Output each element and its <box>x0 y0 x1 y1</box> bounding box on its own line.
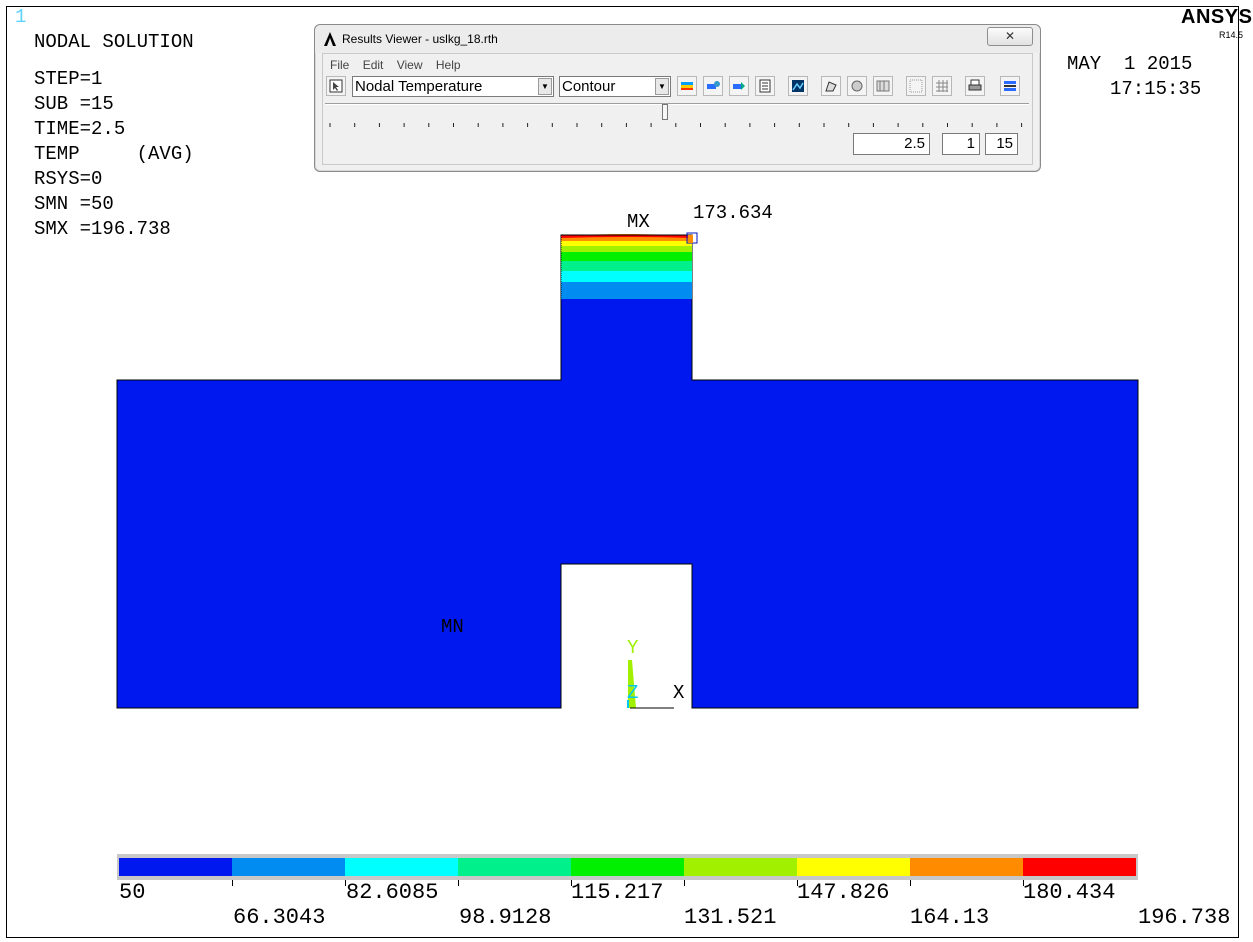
legend-value-bottom: 164.13 <box>910 905 990 930</box>
animate-button[interactable] <box>729 76 749 96</box>
display-type-select[interactable]: Contour ▼ <box>559 76 671 97</box>
print-button[interactable] <box>965 76 985 96</box>
legend-swatch <box>684 858 797 876</box>
legend-value-bottom: 98.9128 <box>459 905 552 930</box>
node-grid-button[interactable] <box>906 76 926 96</box>
time-slider-thumb[interactable] <box>662 104 668 120</box>
min-label: MN <box>441 616 464 638</box>
axis-y-label: Y <box>627 637 639 659</box>
query-button[interactable] <box>821 76 841 96</box>
display-type-value: Contour <box>562 78 616 95</box>
mesh-button[interactable] <box>932 76 952 96</box>
results-viewer-titlebar[interactable]: Results Viewer - uslkg_18.rth ✕ <box>315 25 1040 53</box>
contour-plot-icon <box>681 82 693 90</box>
max-label: MX <box>627 211 650 233</box>
pointer-button[interactable] <box>326 76 346 96</box>
legend-swatch <box>345 858 458 876</box>
chevron-down-icon: ▼ <box>538 78 552 95</box>
legend-value-top: 180.434 <box>1023 880 1116 905</box>
legend-swatch <box>571 858 684 876</box>
time-slider-ticks <box>329 123 1023 127</box>
results-viewer-title: Results Viewer - uslkg_18.rth <box>342 32 498 46</box>
legend-value-bottom: 196.738 <box>1138 905 1231 930</box>
legend-value-top: 115.217 <box>571 880 664 905</box>
close-button[interactable]: ✕ <box>987 27 1033 46</box>
substep-value-field[interactable]: 15 <box>985 133 1018 155</box>
axis-z-label: Z <box>627 682 639 704</box>
node-grid-icon <box>909 79 923 93</box>
graph-button[interactable] <box>847 76 867 96</box>
chevron-down-icon: ▼ <box>655 78 669 95</box>
time-slider-highlight <box>325 104 1029 105</box>
temperature-contour-bands <box>560 234 692 299</box>
legend-swatch <box>1023 858 1136 876</box>
image-capture-icon <box>792 80 804 92</box>
time-value-field[interactable]: 2.5 <box>853 133 930 155</box>
legend-value-top: 147.826 <box>797 880 890 905</box>
print-icon <box>968 79 982 91</box>
pointer-icon <box>329 79 343 93</box>
legend-value-top: 50 <box>119 880 146 905</box>
menu-file[interactable]: File <box>330 58 349 72</box>
legend-tick <box>458 880 459 886</box>
axis-x-label: X <box>673 682 685 704</box>
legend-tick <box>910 880 911 886</box>
result-item-value: Nodal Temperature <box>355 78 483 95</box>
legend-swatch <box>458 858 571 876</box>
result-item-select[interactable]: Nodal Temperature ▼ <box>352 76 554 97</box>
results-viewer-window[interactable]: Results Viewer - uslkg_18.rth ✕ File Edi… <box>314 24 1041 172</box>
legend-tick <box>684 880 685 886</box>
graph-icon <box>851 80 863 92</box>
close-icon: ✕ <box>1004 29 1016 43</box>
element-grid-icon <box>876 80 890 92</box>
menu-help[interactable]: Help <box>436 58 461 72</box>
results-viewer-body: File Edit View Help Nodal Temperature ▼ … <box>322 53 1033 165</box>
image-capture-button[interactable] <box>788 76 808 96</box>
legend-tick <box>232 880 233 886</box>
menu-view[interactable]: View <box>397 58 423 72</box>
legend-swatch <box>232 858 345 876</box>
list-button[interactable] <box>755 76 775 96</box>
legend-swatch <box>797 858 910 876</box>
legend-swatch <box>910 858 1023 876</box>
step-value-field[interactable]: 1 <box>942 133 980 155</box>
options-button[interactable] <box>1000 76 1020 96</box>
results-viewer-menubar: File Edit View Help <box>330 58 471 72</box>
query-icon <box>825 81 837 92</box>
legend-value-top: 82.6085 <box>346 880 439 905</box>
menu-edit[interactable]: Edit <box>363 58 384 72</box>
legend-value-bottom: 66.3043 <box>233 905 326 930</box>
vector-plot-button[interactable] <box>703 76 723 96</box>
results-viewer-toolbar: Nodal Temperature ▼ Contour ▼ <box>325 74 1029 100</box>
legend-value-bottom: 131.521 <box>684 905 777 930</box>
vector-plot-icon <box>707 81 720 89</box>
animate-icon <box>733 82 745 90</box>
contour-plot-button[interactable] <box>677 76 697 96</box>
ansys-app-icon <box>324 32 336 46</box>
list-icon <box>759 79 771 93</box>
mesh-icon <box>936 80 948 92</box>
max-value-label: 173.634 <box>693 202 773 224</box>
legend-swatch <box>119 858 232 876</box>
options-icon <box>1004 81 1016 91</box>
element-grid-button[interactable] <box>873 76 893 96</box>
